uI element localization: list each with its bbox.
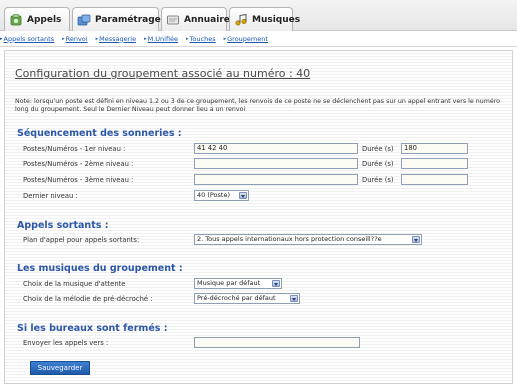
subnav-groupement[interactable]: Groupement xyxy=(227,35,268,43)
level2-label: Postes/Numéros - 2ème niveau : xyxy=(23,160,134,168)
bullet-icon: ▸ xyxy=(186,35,189,42)
chevron-down-icon[interactable] xyxy=(239,192,247,199)
level3-duration-input[interactable] xyxy=(401,174,468,185)
tab-musiques-label: Musiques xyxy=(252,14,301,25)
closed-forward-label: Envoyer les appels vers : xyxy=(23,339,109,347)
subnav-touches[interactable]: Touches xyxy=(190,35,216,43)
section-title-sequencement: Séquencement des sonneries : xyxy=(17,128,182,139)
main-tab-bar: Appels Paramétrages Annuaire Musiques xyxy=(0,0,517,31)
pre-answer-select[interactable]: Pré-décroché par défaut xyxy=(194,293,300,304)
level1-label: Postes/Numéros - 1er niveau : xyxy=(23,145,126,153)
music-icon xyxy=(234,13,248,27)
settings-icon xyxy=(77,13,91,27)
subnav-messagerie[interactable]: Messagerie xyxy=(99,35,136,43)
tab-parametrages-label: Paramétrages xyxy=(95,14,167,25)
pre-answer-value: Pré-décroché par défaut xyxy=(197,294,276,302)
section-title-bureaux-fermes: Si les bureaux sont fermés : xyxy=(17,323,168,334)
tab-appels[interactable]: Appels xyxy=(4,7,70,31)
bullet-icon: ▸ xyxy=(223,35,227,42)
pre-answer-label: Choix de la mélodie de pré-décroché : xyxy=(23,295,153,303)
chevron-down-icon[interactable] xyxy=(272,280,280,287)
subnav-renvoi[interactable]: Renvoi xyxy=(66,35,88,43)
level2-duration-input[interactable] xyxy=(401,158,468,169)
directory-icon xyxy=(166,13,180,27)
hold-music-value: Musique par défaut xyxy=(197,279,261,287)
bullet-icon: ▸ xyxy=(62,35,65,42)
section-title-appels-sortants: Appels sortants : xyxy=(17,220,109,231)
level3-numbers-input[interactable] xyxy=(194,174,358,185)
bullet-icon: ▸ xyxy=(144,35,147,42)
tab-annuaire[interactable]: Annuaire xyxy=(161,7,230,31)
phone-icon xyxy=(9,13,23,27)
chevron-down-icon[interactable] xyxy=(290,295,298,302)
last-level-label: Dernier niveau : xyxy=(23,192,78,200)
tab-musiques[interactable]: Musiques xyxy=(229,7,300,31)
chevron-down-icon[interactable] xyxy=(412,236,420,243)
bullet-icon: ▸ xyxy=(0,35,3,42)
dial-plan-value: 2. Tous appels internationaux hors prote… xyxy=(197,235,382,243)
dial-plan-label: Plan d'appel pour appels sortants: xyxy=(23,236,140,244)
save-button[interactable]: Sauvegarder xyxy=(30,361,90,375)
closed-forward-input[interactable] xyxy=(194,337,360,348)
subnav-messagerie-unifiee[interactable]: M.Unifiée xyxy=(148,35,178,43)
subnav-appels-sortants[interactable]: Appels sortants xyxy=(4,35,55,43)
bullet-icon: ▸ xyxy=(95,35,99,42)
last-level-value: 40 (Poste) xyxy=(197,191,231,199)
last-level-select[interactable]: 40 (Poste) xyxy=(194,190,249,201)
level2-numbers-input[interactable] xyxy=(194,158,358,169)
level1-duration-label: Durée (s) xyxy=(362,145,394,153)
level1-numbers-input[interactable]: 41 42 40 xyxy=(194,143,358,154)
hold-music-select[interactable]: Musique par défaut xyxy=(194,278,282,289)
level3-label: Postes/Numéros - 3ème niveau : xyxy=(23,176,134,184)
section-title-musiques: Les musiques du groupement : xyxy=(17,263,183,274)
level3-duration-label: Durée (s) xyxy=(362,176,394,184)
hold-music-label: Choix de la musique d'attente xyxy=(23,280,126,288)
tab-parametrages[interactable]: Paramétrages xyxy=(72,7,166,31)
level2-duration-label: Durée (s) xyxy=(362,160,394,168)
info-note: Note: lorsqu'un poste est défini en nive… xyxy=(15,98,501,113)
sub-navigation: ▸ Appels sortants ▸ Renvoi ▸ Messagerie ▸ M.… xyxy=(0,31,517,47)
level1-duration-input[interactable]: 180 xyxy=(401,143,468,154)
tab-appels-label: Appels xyxy=(27,14,62,25)
page-title: Configuration du groupement associé au n… xyxy=(15,67,311,80)
dial-plan-select[interactable]: 2. Tous appels internationaux hors prote… xyxy=(194,234,422,245)
tab-annuaire-label: Annuaire xyxy=(184,14,230,25)
